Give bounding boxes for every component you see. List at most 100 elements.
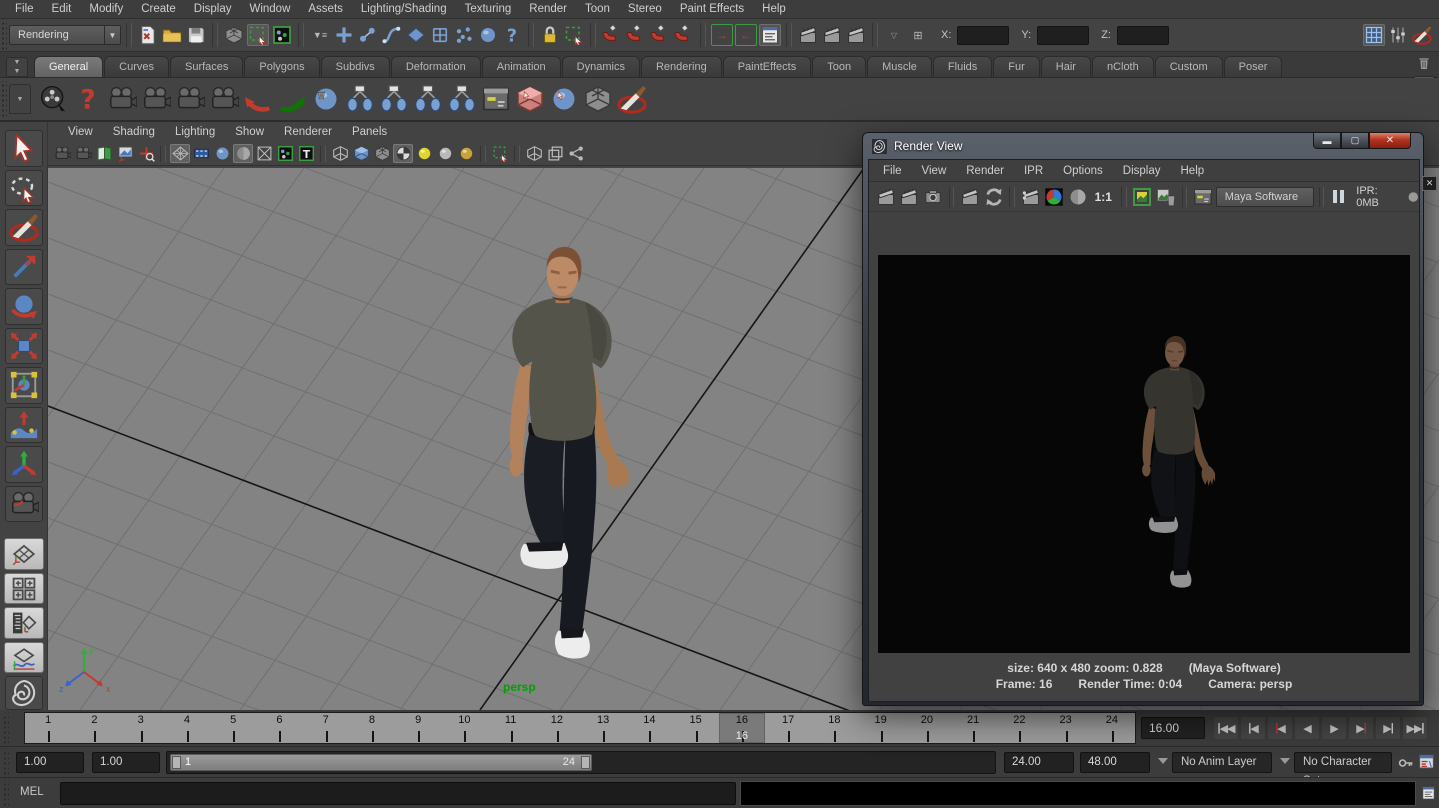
point-magnet-icon[interactable] xyxy=(649,24,671,46)
playback-start-field[interactable]: 1.00 xyxy=(92,752,160,773)
command-language-toggle[interactable]: MEL xyxy=(20,786,44,798)
remove-image-icon[interactable] xyxy=(1155,185,1177,209)
step-back-key-button[interactable]: |◀ xyxy=(1267,716,1293,740)
camera-dolly-icon[interactable] xyxy=(173,82,207,116)
universal-manipulator-icon[interactable] xyxy=(5,367,43,404)
shelf-tab-subdivs[interactable]: Subdivs xyxy=(321,56,390,77)
construction-history-icon[interactable] xyxy=(759,24,781,46)
select-object-shelf-icon[interactable] xyxy=(513,82,547,116)
timeline-frame-10[interactable]: 10 xyxy=(441,713,487,743)
scale-tool-icon[interactable] xyxy=(5,328,43,365)
animation-end-field[interactable]: 48.00 xyxy=(1080,752,1150,773)
command-result-field[interactable] xyxy=(740,781,1416,806)
timeline-frame-12[interactable]: 12 xyxy=(534,713,580,743)
rgb-channels-icon[interactable] xyxy=(1043,185,1065,209)
wire-cube-icon[interactable] xyxy=(330,144,350,163)
shared-nodes-icon[interactable] xyxy=(566,144,586,163)
redo-arrow-icon[interactable] xyxy=(275,82,309,116)
shelf-menu-button[interactable]: ▼▼ xyxy=(6,57,28,77)
texture-view-icon[interactable] xyxy=(296,144,316,163)
render-view-menu-render[interactable]: Render xyxy=(956,165,1014,177)
animation-start-field[interactable]: 1.00 xyxy=(16,752,84,773)
delete-shelf-trash-icon[interactable] xyxy=(1414,54,1434,72)
toolbar-drag-handle[interactable] xyxy=(0,19,7,51)
script-editor-icon[interactable] xyxy=(1421,784,1436,802)
refresh-ipr-icon[interactable] xyxy=(983,185,1005,209)
move-tool-icon[interactable] xyxy=(5,249,43,286)
hierarchy-leaf-icon[interactable] xyxy=(445,82,479,116)
menu-texturing[interactable]: Texturing xyxy=(456,0,521,19)
specular-light-icon[interactable] xyxy=(456,144,476,163)
paint-effects-brush-icon[interactable] xyxy=(615,82,649,116)
hypergraph-icon[interactable] xyxy=(479,82,513,116)
lock-selection-icon[interactable] xyxy=(539,24,561,46)
two-d-pan-zoom-icon[interactable] xyxy=(136,144,156,163)
panel-close-button[interactable]: ✕ xyxy=(1422,176,1437,191)
camera-track-icon[interactable] xyxy=(139,82,173,116)
hierarchy-down-icon[interactable] xyxy=(411,82,445,116)
smooth-shade-cube-icon[interactable] xyxy=(351,144,371,163)
animation-preferences-icon[interactable] xyxy=(1418,753,1435,770)
pause-ipr-icon[interactable] xyxy=(1333,190,1344,203)
character-model[interactable] xyxy=(484,242,652,664)
timeline-frame-17[interactable]: 17 xyxy=(765,713,811,743)
layout-hypershade-icon[interactable] xyxy=(5,676,43,710)
timeline-frame-21[interactable]: 21 xyxy=(950,713,996,743)
render-globals-icon[interactable] xyxy=(37,82,71,116)
timeline-frame-18[interactable]: 18 xyxy=(811,713,857,743)
timeline-frame-9[interactable]: 9 xyxy=(395,713,441,743)
go-to-end-button[interactable]: ▶▶| xyxy=(1402,716,1428,740)
minimize-button[interactable]: ▬ xyxy=(1313,133,1341,149)
snapshot-icon[interactable] xyxy=(922,185,944,209)
rotate-tool-icon[interactable] xyxy=(5,288,43,325)
timeline-frame-16[interactable]: 1616 xyxy=(719,713,765,743)
ipr-render-icon[interactable] xyxy=(821,24,843,46)
render-frame-icon[interactable] xyxy=(875,185,897,209)
snap-help-icon[interactable] xyxy=(501,24,523,46)
viewport-menu-renderer[interactable]: Renderer xyxy=(274,126,342,138)
help-line-icon[interactable] xyxy=(71,82,105,116)
attribute-table-icon[interactable] xyxy=(1363,24,1385,46)
save-scene-icon[interactable] xyxy=(185,24,207,46)
render-current-frame-icon[interactable] xyxy=(797,24,819,46)
shelf-tab-ncloth[interactable]: nCloth xyxy=(1092,56,1154,77)
last-tool-icon[interactable] xyxy=(5,486,43,523)
hierarchy-up-icon[interactable] xyxy=(343,82,377,116)
sym-object-icon[interactable]: ⊞ xyxy=(907,24,929,46)
sphere-snap-icon[interactable] xyxy=(477,24,499,46)
region-render-icon[interactable] xyxy=(1020,185,1042,209)
timeline-frame-19[interactable]: 19 xyxy=(858,713,904,743)
render-settings-icon[interactable] xyxy=(845,24,867,46)
current-time-field[interactable]: 16.00 xyxy=(1141,717,1205,739)
render-view-menu-help[interactable]: Help xyxy=(1171,165,1215,177)
render-view-menu-display[interactable]: Display xyxy=(1113,165,1171,177)
shelf-tab-curves[interactable]: Curves xyxy=(104,56,169,77)
viewport-menu-shading[interactable]: Shading xyxy=(103,126,165,138)
timeline-frame-4[interactable]: 4 xyxy=(164,713,210,743)
select-component-icon[interactable] xyxy=(271,24,293,46)
shelf-tab-polygons[interactable]: Polygons xyxy=(244,56,319,77)
timeline-ruler[interactable]: 1234567891011121314151616171819202122232… xyxy=(24,712,1136,744)
timeline-frame-11[interactable]: 11 xyxy=(488,713,534,743)
timeline-frame-22[interactable]: 22 xyxy=(996,713,1042,743)
duplicate-object-icon[interactable] xyxy=(547,82,581,116)
move-snap-icon[interactable] xyxy=(333,24,355,46)
render-view-menu-view[interactable]: View xyxy=(912,165,957,177)
viewport-menu-lighting[interactable]: Lighting xyxy=(165,126,225,138)
menu-render[interactable]: Render xyxy=(520,0,576,19)
grid-magnet-icon[interactable] xyxy=(601,24,623,46)
keep-image-icon[interactable] xyxy=(1132,185,1154,209)
menu-lighting-shading[interactable]: Lighting/Shading xyxy=(352,0,456,19)
shelf-item-menu-button[interactable]: ▼ xyxy=(9,84,31,114)
select-object-icon[interactable] xyxy=(247,24,269,46)
shelf-tab-fur[interactable]: Fur xyxy=(993,56,1040,77)
isolate-select-icon[interactable] xyxy=(490,144,510,163)
select-tool-icon[interactable] xyxy=(5,130,43,167)
layout-outliner-persp-icon[interactable] xyxy=(4,607,44,639)
open-scene-icon[interactable] xyxy=(161,24,183,46)
shelf-tab-fluids[interactable]: Fluids xyxy=(933,56,992,77)
render-view-menu-ipr[interactable]: IPR xyxy=(1014,165,1053,177)
timeline-frame-14[interactable]: 14 xyxy=(626,713,672,743)
new-scene-icon[interactable] xyxy=(137,24,159,46)
grid-toggle-icon[interactable] xyxy=(170,144,190,163)
